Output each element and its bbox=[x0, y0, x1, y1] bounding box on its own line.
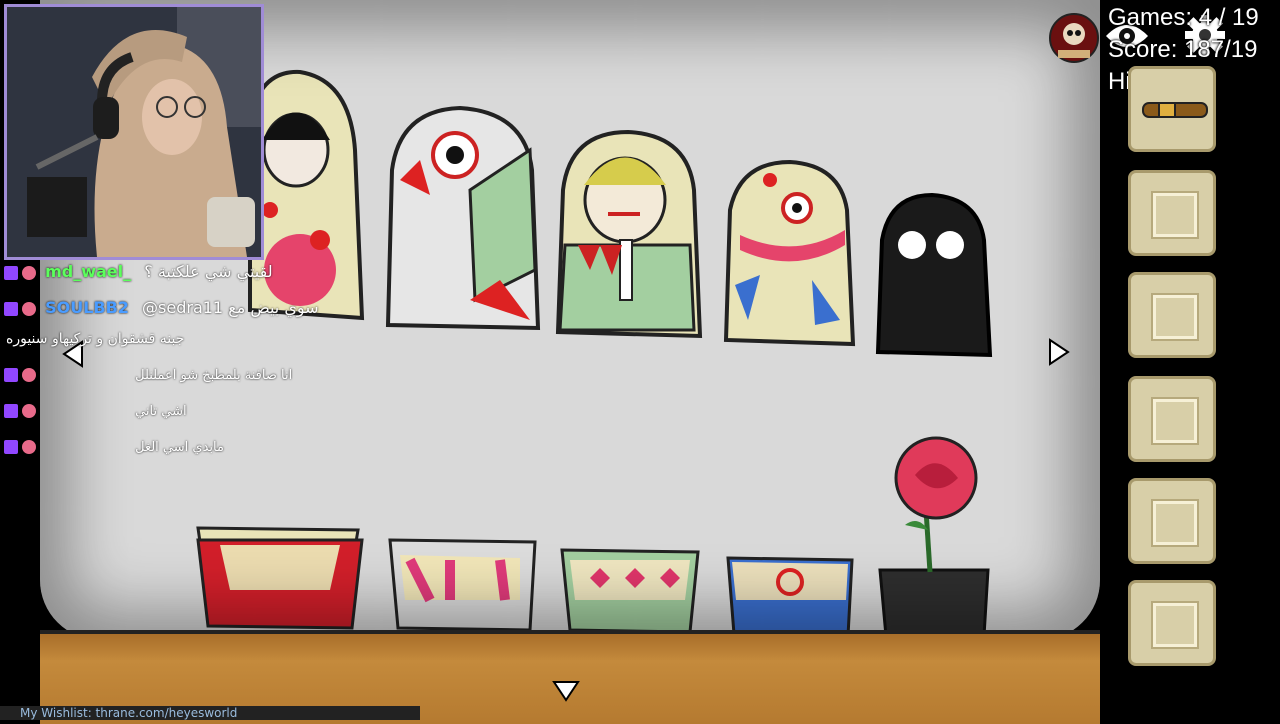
twitch-icon bbox=[4, 265, 18, 280]
inventory-slot-3[interactable] bbox=[1128, 272, 1216, 358]
candle-doll[interactable] bbox=[555, 129, 703, 339]
webcam-overlay bbox=[4, 4, 264, 260]
chat-text: اشي تاني bbox=[135, 404, 187, 419]
red-pot[interactable] bbox=[196, 526, 364, 630]
inventory-slot-6[interactable] bbox=[1128, 580, 1216, 666]
skull-logo-icon bbox=[1049, 13, 1099, 63]
down-arrow-icon[interactable] bbox=[552, 678, 580, 702]
right-arrow-icon[interactable] bbox=[1046, 338, 1072, 366]
score-counter: Score: 187/19 bbox=[1108, 36, 1258, 63]
games-counter: Games: 4 / 19 bbox=[1108, 4, 1259, 31]
wishlist-ticker: My Wishlist: thrane.com/heyesworld bbox=[0, 706, 420, 720]
pink-pot[interactable] bbox=[388, 538, 537, 632]
inventory-slot-4[interactable] bbox=[1128, 376, 1216, 462]
inventory-slot-1[interactable] bbox=[1128, 66, 1216, 152]
twitch-icon bbox=[4, 439, 18, 454]
black-pot-with-rose[interactable] bbox=[878, 436, 990, 638]
chat-message: مابدي اسي الغل bbox=[4, 436, 224, 458]
black-doll[interactable] bbox=[875, 192, 993, 358]
twitch-icon bbox=[4, 301, 18, 316]
chat-message: جبنه قشقوان و تركيهاو سنيوره bbox=[6, 328, 184, 350]
parrot-doll[interactable] bbox=[385, 105, 541, 331]
game-scene: Games: 4 / 19 Score: 187/19 Hints: 0/3 bbox=[0, 0, 1280, 724]
heart-badge-icon bbox=[22, 265, 36, 280]
inventory-slot-5[interactable] bbox=[1128, 478, 1216, 564]
chat-username: md_wael_ bbox=[45, 262, 132, 281]
cigar-icon[interactable] bbox=[1141, 99, 1209, 123]
chat-text: جبنه قشقوان و تركيهاو سنيوره bbox=[6, 331, 185, 347]
streamer-image bbox=[7, 7, 261, 257]
chat-message: انا صافنة بلمطبخ شو اعملنلل bbox=[4, 364, 292, 386]
chat-message: md_wael_ لقيتي شي علكتبة ؟ bbox=[4, 262, 273, 284]
twitch-icon bbox=[4, 367, 18, 382]
chat-text: لقيتي شي علكتبة ؟ bbox=[144, 262, 273, 281]
inventory-slot-2[interactable] bbox=[1128, 170, 1216, 256]
blue-pot[interactable] bbox=[726, 556, 854, 638]
chat-text: مابدي اسي الغل bbox=[135, 440, 224, 455]
flower-badge-icon bbox=[22, 439, 36, 454]
twitch-icon bbox=[4, 403, 18, 418]
chat-username: SOULBB2 bbox=[45, 298, 129, 317]
chat-text: @sedra11 سوي بيض مع bbox=[142, 298, 319, 317]
eye-doll[interactable] bbox=[723, 159, 856, 347]
star-badge-icon bbox=[22, 301, 36, 316]
flower-badge-icon bbox=[22, 367, 36, 382]
chat-text: انا صافنة بلمطبخ شو اعملنلل bbox=[135, 368, 293, 383]
green-pot[interactable] bbox=[560, 548, 700, 634]
chat-message: اشي تاني bbox=[4, 400, 187, 422]
flower-badge-icon bbox=[22, 403, 36, 418]
chat-message: SOULBB2 @sedra11 سوي بيض مع bbox=[4, 298, 319, 320]
